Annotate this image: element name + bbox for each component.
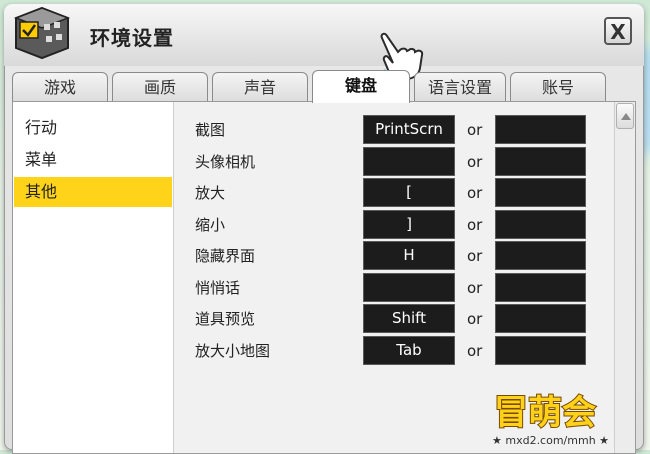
- secondary-key-field[interactable]: [495, 241, 586, 270]
- or-label: or: [467, 279, 483, 297]
- sidebar-item-menu[interactable]: 菜单: [14, 145, 172, 175]
- or-label: or: [467, 342, 483, 360]
- keybinding-row: 悄悄话 or: [174, 273, 614, 303]
- tab-label: 画质: [143, 78, 176, 97]
- site-watermark-text: ★ mxd2.com/mmh ★: [492, 434, 609, 447]
- primary-key-field[interactable]: H: [363, 241, 455, 270]
- keybinding-row: 隐藏界面 H or: [174, 241, 614, 271]
- action-label: 悄悄话: [195, 279, 241, 297]
- category-sidebar: 行动 菜单 其他: [13, 102, 174, 453]
- or-label: or: [467, 184, 483, 202]
- sidebar-item-label: 菜单: [25, 150, 58, 169]
- or-label: or: [467, 153, 483, 171]
- keybinding-row: 放大 [ or: [174, 178, 614, 208]
- action-label: 截图: [195, 121, 226, 139]
- scroll-up-arrow-icon[interactable]: [616, 103, 634, 129]
- tab-account[interactable]: 账号: [510, 72, 606, 102]
- sidebar-item-other[interactable]: 其他: [14, 177, 172, 207]
- secondary-key-field[interactable]: [495, 210, 586, 239]
- tab-label: 账号: [541, 78, 574, 97]
- or-label: or: [467, 310, 483, 328]
- sidebar-item-label: 行动: [25, 118, 58, 137]
- keybinding-row: 截图 PrintScrn or: [174, 115, 614, 145]
- brand-watermark: 冒萌会 ★ mxd2.com/mmh ★: [492, 392, 609, 447]
- tab-sound[interactable]: 声音: [212, 72, 308, 102]
- primary-key-field[interactable]: [: [363, 178, 455, 207]
- brand-watermark-text: 冒萌会: [494, 393, 596, 433]
- or-label: or: [467, 247, 483, 265]
- action-label: 头像相机: [195, 153, 256, 171]
- keybinding-row: 放大小地图 Tab or: [174, 336, 614, 366]
- action-label: 道具预览: [195, 310, 256, 328]
- action-label: 缩小: [195, 216, 226, 234]
- action-label: 隐藏界面: [195, 247, 256, 265]
- primary-key-field[interactable]: [363, 147, 455, 176]
- keybinding-row: 缩小 ] or: [174, 210, 614, 240]
- window-title: 环境设置: [90, 26, 174, 50]
- primary-key-field[interactable]: Shift: [363, 304, 455, 333]
- secondary-key-field[interactable]: [495, 147, 586, 176]
- tab-label: 键盘: [344, 76, 377, 95]
- close-button[interactable]: X: [604, 17, 632, 45]
- tab-label: 游戏: [43, 78, 76, 97]
- action-label: 放大: [195, 184, 226, 202]
- primary-key-field[interactable]: ]: [363, 210, 455, 239]
- secondary-key-field[interactable]: [495, 304, 586, 333]
- secondary-key-field[interactable]: [495, 115, 586, 144]
- tab-graphics[interactable]: 画质: [112, 72, 208, 102]
- tab-label: 声音: [243, 78, 276, 97]
- keybinding-row: 道具预览 Shift or: [174, 304, 614, 334]
- secondary-key-field[interactable]: [495, 178, 586, 207]
- sidebar-item-action[interactable]: 行动: [14, 113, 172, 143]
- tab-language[interactable]: 语言设置: [414, 72, 506, 102]
- keybinding-row: 头像相机 or: [174, 147, 614, 177]
- tab-label: 语言设置: [427, 78, 492, 97]
- tab-bar: 游戏 画质 声音 键盘 语言设置 账号: [12, 70, 612, 103]
- or-label: or: [467, 121, 483, 139]
- action-label: 放大小地图: [195, 342, 271, 360]
- primary-key-field[interactable]: PrintScrn: [363, 115, 455, 144]
- close-icon: X: [610, 20, 626, 44]
- tab-keyboard[interactable]: 键盘: [312, 70, 410, 103]
- tab-game[interactable]: 游戏: [12, 72, 108, 102]
- title-bar: 环境设置 X: [4, 4, 644, 66]
- primary-key-field[interactable]: Tab: [363, 336, 455, 365]
- secondary-key-field[interactable]: [495, 336, 586, 365]
- settings-box-icon: [13, 6, 71, 60]
- secondary-key-field[interactable]: [495, 273, 586, 302]
- or-label: or: [467, 216, 483, 234]
- sidebar-item-label: 其他: [25, 182, 58, 201]
- primary-key-field[interactable]: [363, 273, 455, 302]
